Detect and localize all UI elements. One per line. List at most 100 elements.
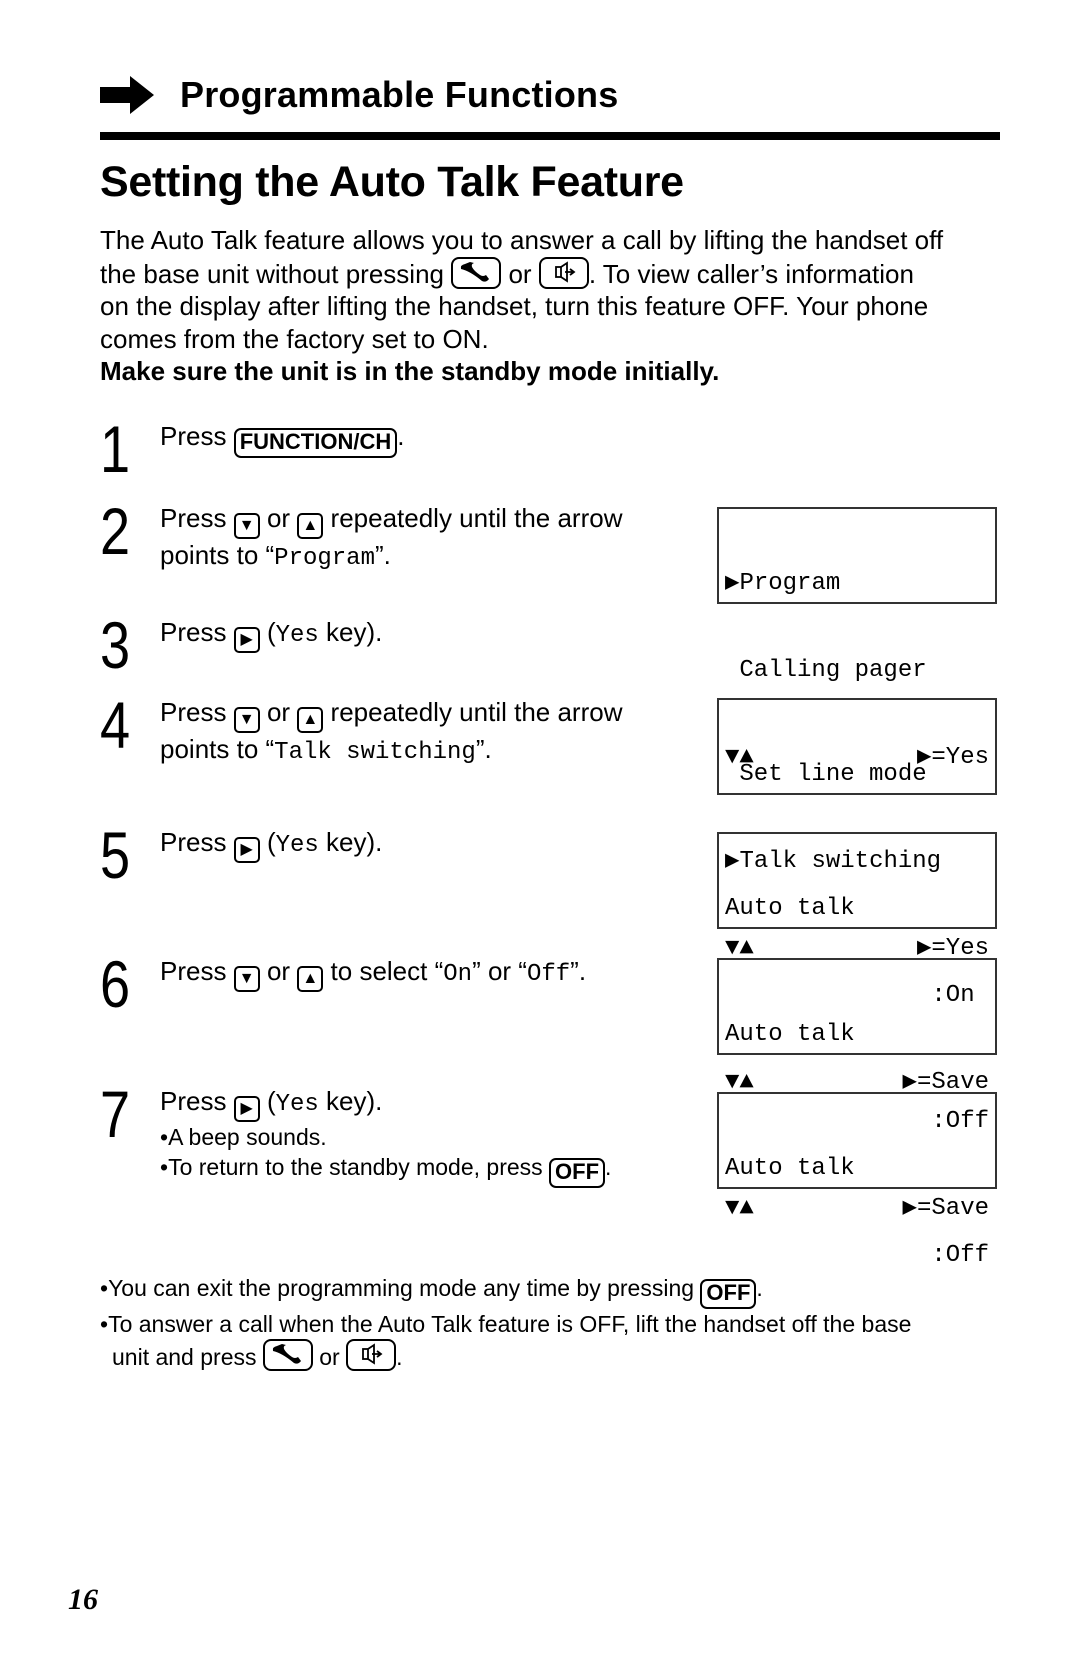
speaker-key-icon	[538, 256, 589, 289]
note-item-continued: unit and press or .	[100, 1339, 1010, 1372]
target-text: Talk switching	[274, 739, 476, 766]
punct: ”.	[570, 956, 587, 986]
lcd-value: :Off	[931, 1242, 989, 1269]
section-title: Programmable Functions	[180, 74, 619, 115]
punct: (	[266, 827, 276, 857]
punct: (	[266, 617, 276, 647]
step-text: Press ▶ (Yes key).	[160, 616, 680, 653]
step-number: 4	[100, 688, 131, 762]
punct: .	[397, 421, 405, 451]
step-text: Press FUNCTION/CH.	[160, 420, 680, 458]
lcd-display-auto-talk-off: Auto talk :Off ▼▲ ▶=Save	[717, 958, 997, 1222]
punct: (	[266, 1086, 276, 1116]
step-rest: points to “	[160, 734, 275, 764]
intro-text: or	[508, 258, 532, 289]
punct: ”.	[375, 540, 391, 570]
intro-line: The Auto Talk feature allows you to answ…	[100, 225, 944, 255]
page-title: Setting the Auto Talk Feature	[100, 158, 684, 206]
bullet-text: A beep sounds.	[168, 1124, 327, 1150]
lcd-text: Calling pager	[725, 657, 927, 684]
note-item: •You can exit the programming mode any t…	[100, 1273, 1010, 1309]
intro-line: the base unit without pressing or . To v…	[100, 256, 1005, 291]
lcd-display-set-line-mode: Set line mode ▶Talk switching ▼▲ ▶=Yes	[717, 698, 997, 962]
step-6: 6 Press ▼ or ▲ to select “On” or “Off”.	[100, 951, 660, 1025]
step-rest: ” or “	[472, 956, 527, 986]
punct: .	[605, 1154, 612, 1180]
step-verb: Press	[160, 1086, 227, 1116]
step-text: Press ▶ (Yes key). •A beep sounds. •To r…	[160, 1085, 680, 1188]
header-rule	[100, 132, 1000, 140]
step-2: 2 Press ▼ or ▲ repeatedly until the arro…	[100, 498, 660, 582]
note-text: You can exit the programming mode any ti…	[108, 1275, 695, 1301]
step-text: Press ▼ or ▲ repeatedly until the arrow …	[160, 502, 680, 576]
note-text: To answer a call when the Auto Talk feat…	[108, 1311, 912, 1337]
step-number: 5	[100, 818, 131, 892]
step-number: 7	[100, 1077, 131, 1151]
lcd-display-program: ▶Program Calling pager ▼▲ ▶=Yes	[717, 507, 997, 771]
step-rest: to select “	[330, 956, 444, 986]
step-verb: Press	[160, 956, 227, 986]
intro-paragraph: The Auto Talk feature allows you to answ…	[100, 224, 1005, 388]
punct: ”.	[475, 734, 492, 764]
step-4: 4 Press ▼ or ▲ repeatedly until the arro…	[100, 692, 660, 776]
down-key-icon: ▼	[233, 966, 260, 992]
standby-note: Make sure the unit is in the standby mod…	[100, 356, 720, 386]
step-5: 5 Press ▶ (Yes key).	[100, 822, 660, 896]
step-verb: Press	[160, 503, 227, 533]
step-rest: points to “	[160, 540, 275, 570]
off-key: OFF	[700, 1279, 757, 1309]
notes: •You can exit the programming mode any t…	[100, 1273, 1010, 1372]
yes-text: Yes	[275, 1091, 319, 1118]
step-verb: Press	[160, 421, 227, 451]
step-3: 3 Press ▶ (Yes key).	[100, 612, 660, 686]
right-key-icon: ▶	[233, 837, 260, 863]
step-rest: repeatedly until the arrow	[330, 503, 623, 533]
or-text: or	[266, 697, 291, 727]
down-key-icon: ▼	[233, 513, 260, 539]
or-text: or	[319, 1344, 340, 1370]
yes-text: Yes	[275, 832, 319, 859]
or-text: or	[266, 956, 291, 986]
lcd-text: Set line mode	[725, 761, 927, 788]
lcd-text: Auto talk	[725, 895, 855, 922]
right-key-icon: ▶	[233, 1096, 260, 1122]
bullet-item: •To return to the standby mode, press OF…	[160, 1152, 680, 1188]
down-key-icon: ▼	[233, 707, 260, 733]
punct: .	[396, 1344, 403, 1370]
speaker-key-icon	[346, 1339, 397, 1371]
step-verb: Press	[160, 827, 227, 857]
up-key-icon: ▲	[297, 966, 324, 992]
step-verb: Press	[160, 617, 227, 647]
bullet-item: •A beep sounds.	[160, 1124, 327, 1150]
note-item: •To answer a call when the Auto Talk fea…	[100, 1311, 912, 1337]
step-text: Press ▶ (Yes key).	[160, 826, 680, 863]
lcd-text: Auto talk	[725, 1155, 855, 1182]
intro-line: comes from the factory set to ON.	[100, 323, 489, 354]
off-key: OFF	[549, 1158, 606, 1188]
step-verb: Press	[160, 697, 227, 727]
section-header: Programmable Functions	[100, 70, 618, 120]
talk-key-icon	[451, 256, 502, 289]
punct: .	[756, 1275, 763, 1301]
intro-text: the base unit without pressing	[100, 258, 444, 289]
note-text: unit and press	[112, 1344, 257, 1370]
bullet-text: To return to the standby mode, press	[168, 1154, 543, 1180]
target-text: Program	[274, 545, 375, 572]
step-text: Press ▼ or ▲ to select “On” or “Off”.	[160, 955, 680, 992]
intro-text: . To view caller’s information	[588, 258, 914, 289]
up-key-icon: ▲	[297, 513, 324, 539]
step-number: 3	[100, 608, 131, 682]
option-off: Off	[526, 961, 571, 988]
intro-line: on the display after lifting the handset…	[100, 291, 929, 321]
step-rest: key).	[318, 617, 383, 647]
lcd-text: Auto talk	[725, 1021, 855, 1048]
talk-key-icon	[262, 1339, 313, 1371]
step-text: Press ▼ or ▲ repeatedly until the arrow …	[160, 696, 680, 770]
step-number: 1	[100, 412, 131, 486]
lcd-display-auto-talk-on: Auto talk :On ▼▲ ▶=Save	[717, 832, 997, 1096]
function-ch-key: FUNCTION/CH	[233, 428, 398, 458]
step-rest: key).	[318, 1086, 383, 1116]
lcd-display-auto-talk-saved: Auto talk :Off	[717, 1092, 997, 1269]
yes-text: Yes	[275, 622, 319, 649]
step-number: 6	[100, 947, 131, 1021]
